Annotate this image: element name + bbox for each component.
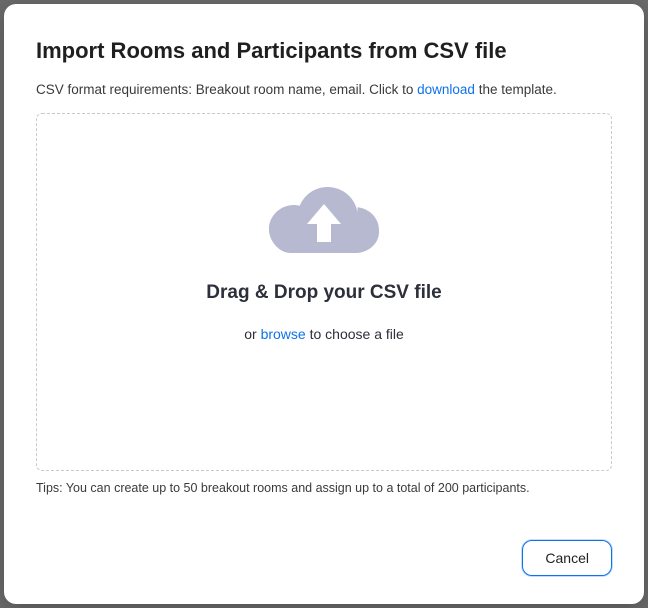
download-template-link[interactable]: download bbox=[417, 82, 475, 97]
subtitle-post: the template. bbox=[475, 82, 557, 97]
import-csv-modal: Import Rooms and Participants from CSV f… bbox=[4, 4, 644, 604]
cancel-button[interactable]: Cancel bbox=[522, 540, 612, 576]
dropzone-subtitle: or browse to choose a file bbox=[244, 326, 404, 342]
modal-footer: Cancel bbox=[36, 520, 612, 576]
file-dropzone[interactable]: Drag & Drop your CSV file or browse to c… bbox=[36, 113, 612, 471]
subtitle-pre: CSV format requirements: Breakout room n… bbox=[36, 82, 417, 97]
modal-title: Import Rooms and Participants from CSV f… bbox=[36, 38, 612, 64]
cloud-upload-icon bbox=[269, 182, 379, 260]
browse-link[interactable]: browse bbox=[261, 326, 306, 342]
dropzone-title: Drag & Drop your CSV file bbox=[206, 282, 441, 304]
csv-format-description: CSV format requirements: Breakout room n… bbox=[36, 82, 612, 97]
dropzone-rest: to choose a file bbox=[306, 326, 404, 342]
tips-text: Tips: You can create up to 50 breakout r… bbox=[36, 481, 612, 495]
dropzone-or: or bbox=[244, 326, 260, 342]
